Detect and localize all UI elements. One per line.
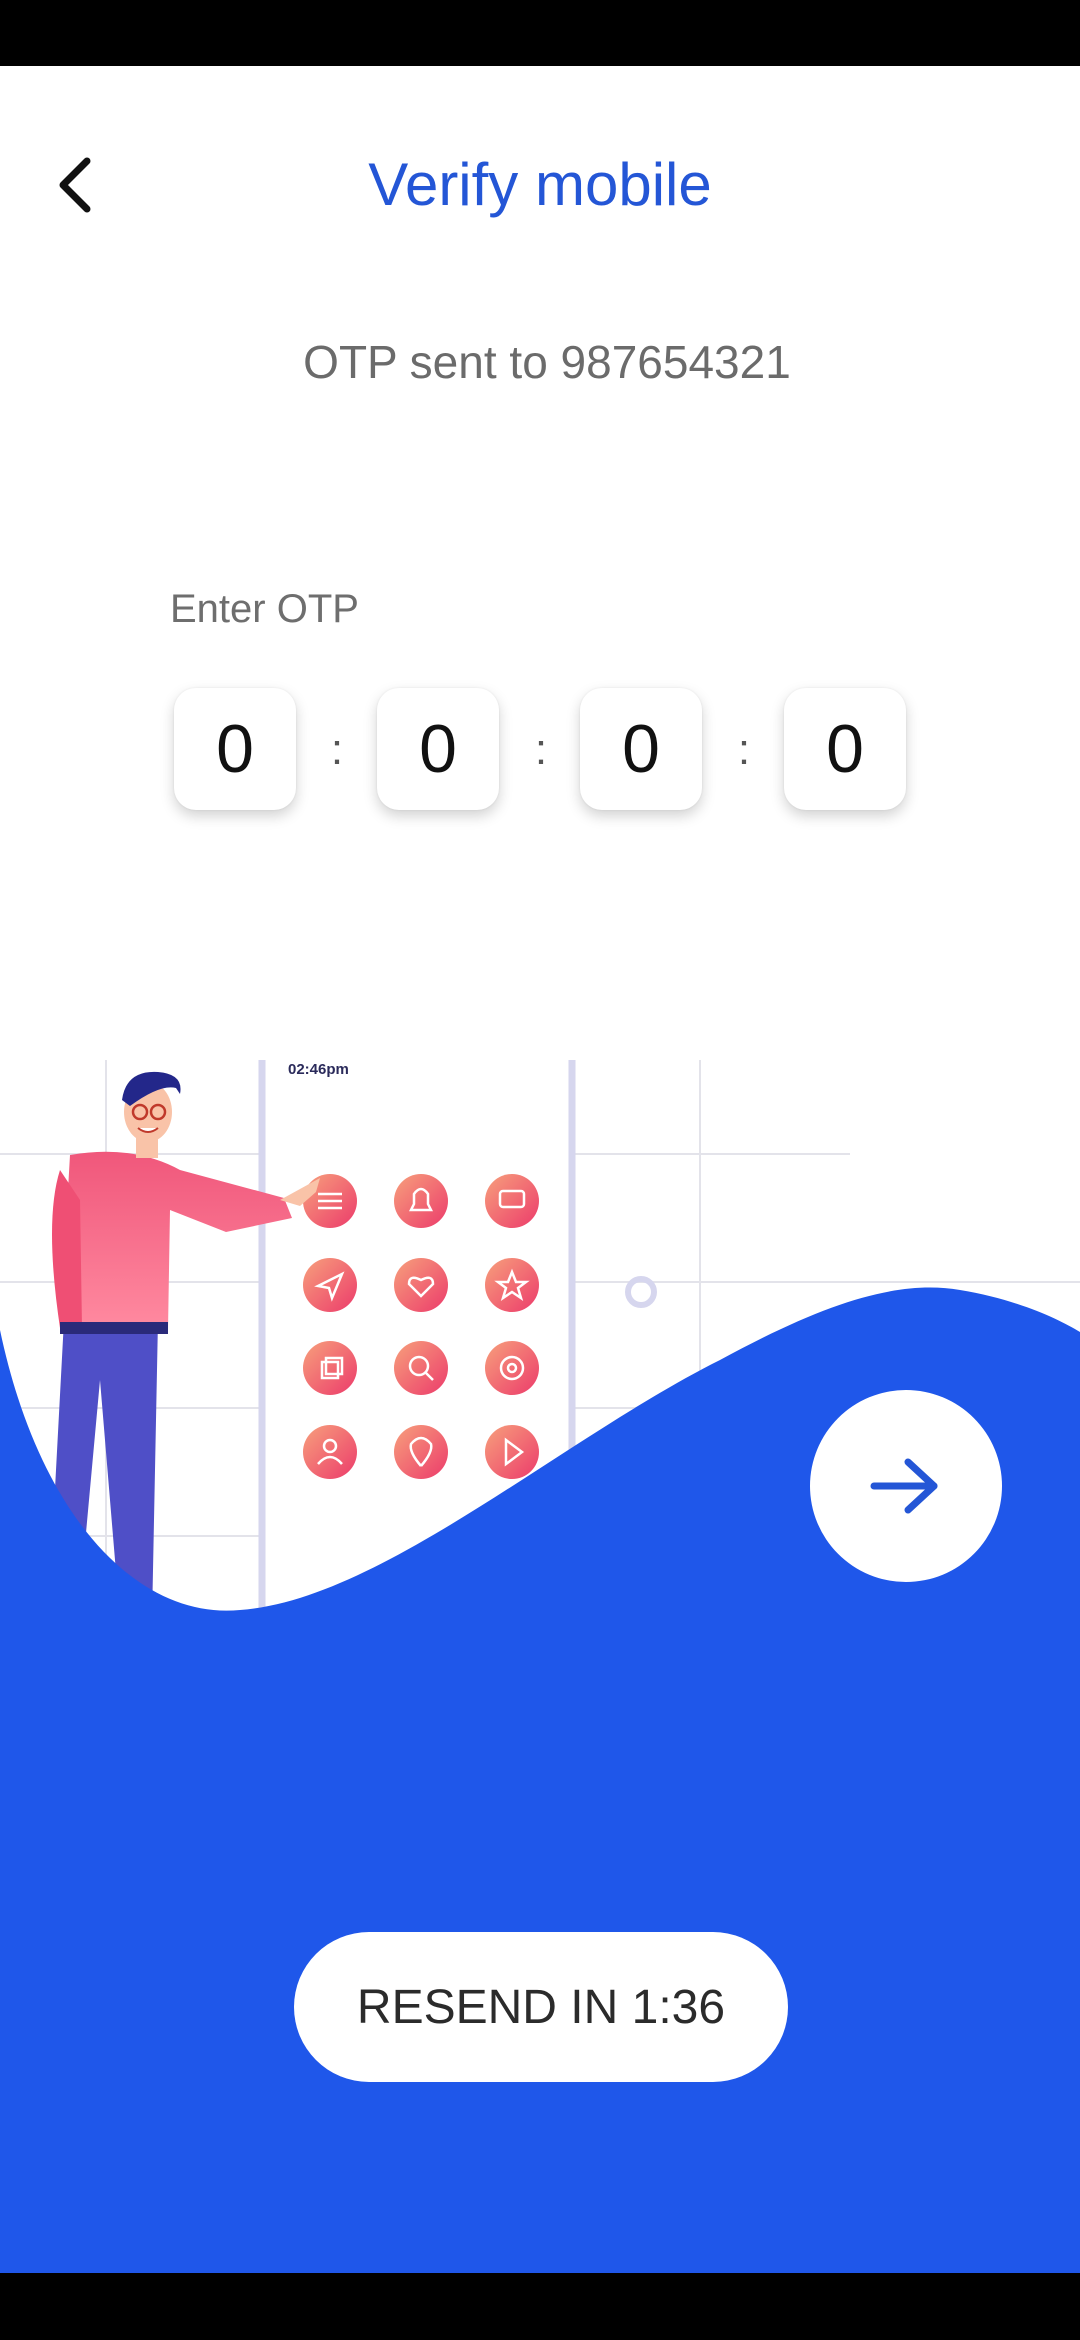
phone-time: 02:46pm: [288, 1061, 349, 1078]
otp-sent-message: OTP sent to 987654321: [303, 336, 791, 388]
chat-icon: [485, 1174, 539, 1228]
page-title: Verify mobile: [368, 151, 712, 218]
otp-digit-3[interactable]: 0: [580, 688, 702, 810]
bell-icon: [394, 1174, 448, 1228]
otp-label: Enter OTP: [170, 587, 359, 631]
navigation-bar: [0, 2273, 1080, 2340]
otp-separator: :: [534, 725, 548, 774]
otp-digit-1[interactable]: 0: [174, 688, 296, 810]
otp-digit-2[interactable]: 0: [377, 688, 499, 810]
otp-digit-4[interactable]: 0: [784, 688, 906, 810]
arrow-right-icon: [870, 1458, 938, 1514]
otp-separator: :: [330, 725, 344, 774]
next-button[interactable]: [810, 1390, 1002, 1582]
resend-button[interactable]: RESEND IN 1:36: [294, 1932, 788, 2082]
otp-separator: :: [737, 725, 751, 774]
status-bar: [0, 0, 1080, 66]
